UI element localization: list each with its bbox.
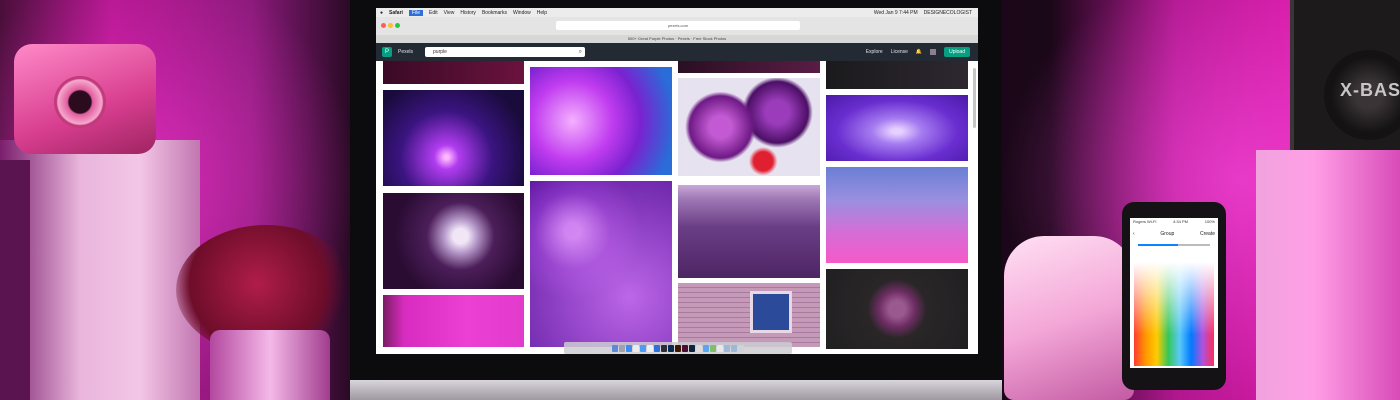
photo-tile[interactable] (678, 185, 820, 278)
monitor-screen: ● Safari File Edit View History Bookmark… (376, 8, 978, 354)
site-header: P Pexels purple ⌕ Explore License 🔔 Uplo… (376, 43, 978, 61)
camera-lens (54, 76, 106, 128)
phone-create-button[interactable]: Create (1200, 231, 1215, 237)
site-nav: Explore License 🔔 Upload (866, 47, 978, 57)
zoom-icon[interactable] (395, 23, 400, 28)
bell-icon[interactable]: 🔔 (916, 49, 922, 55)
phone-carrier: Rogers Wi-Fi (1133, 219, 1157, 224)
safari-icon[interactable] (626, 344, 632, 352)
smartphone: Rogers Wi-Fi 4:34 PM 100% ‹ Group Create (1122, 202, 1226, 390)
photo-tile[interactable] (383, 295, 524, 347)
scrollbar[interactable] (973, 68, 976, 128)
left-cabinet (0, 140, 200, 400)
indesign-icon[interactable] (682, 344, 688, 352)
photo-tile[interactable] (678, 61, 820, 73)
minimize-icon[interactable] (388, 23, 393, 28)
photo-tile[interactable] (826, 95, 968, 161)
search-value: purple (433, 49, 447, 55)
brightness-slider[interactable] (1138, 242, 1210, 248)
thumbs-up-figure (1004, 236, 1134, 400)
phone-time: 4:34 PM (1173, 219, 1188, 224)
launchpad-icon[interactable] (619, 344, 625, 352)
address-bar[interactable]: pexels.com (556, 21, 800, 30)
photo-tile[interactable] (826, 61, 968, 89)
back-icon[interactable]: ‹ (1133, 231, 1135, 237)
cloud-icon[interactable] (703, 344, 709, 352)
appstore-icon[interactable] (654, 344, 660, 352)
folder-icon[interactable] (724, 344, 730, 352)
browser-toolbar: pexels.com (376, 17, 978, 36)
app-icon[interactable] (717, 344, 723, 352)
upload-button[interactable]: Upload (944, 47, 970, 57)
search-input[interactable]: purple ⌕ (425, 47, 586, 57)
monitor-chin (350, 380, 1002, 400)
photo-tile[interactable] (383, 193, 524, 289)
menu-view[interactable]: View (444, 10, 455, 16)
close-icon[interactable] (381, 23, 386, 28)
apple-icon[interactable]: ● (380, 10, 383, 16)
photo-tile[interactable] (678, 283, 820, 347)
menubar-user[interactable]: DESIGNECOLOGIST (924, 10, 972, 16)
calendar-icon[interactable] (647, 344, 653, 352)
site-brand[interactable]: Pexels (398, 49, 413, 55)
cabinet-door (0, 160, 30, 400)
photo-tile[interactable] (383, 90, 524, 186)
photo-grid (376, 61, 978, 354)
menu-edit[interactable]: Edit (429, 10, 438, 16)
trash-icon[interactable] (738, 344, 744, 352)
menu-file[interactable]: File (408, 9, 423, 16)
nav-explore[interactable]: Explore (866, 49, 883, 55)
speaker: X-BAS (1290, 0, 1400, 160)
settings-icon[interactable] (661, 344, 667, 352)
app-icon[interactable] (696, 344, 702, 352)
phone-status-bar: Rogers Wi-Fi 4:34 PM 100% (1130, 218, 1218, 228)
photoshop-icon[interactable] (668, 344, 674, 352)
photo-tile[interactable] (826, 167, 968, 263)
folder-icon[interactable] (731, 344, 737, 352)
photo-tile[interactable] (678, 78, 820, 176)
menu-window[interactable]: Window (513, 10, 531, 16)
menubar-clock: Wed Jan 9 7:44 PM (873, 9, 918, 16)
avatar[interactable] (930, 49, 937, 55)
photo-tile[interactable] (530, 67, 672, 175)
menu-help[interactable]: Help (537, 10, 547, 16)
slider-fill (1138, 244, 1178, 246)
menu-app-name[interactable]: Safari (389, 10, 403, 16)
speaker-brand: X-BAS (1340, 80, 1400, 100)
search-icon[interactable]: ⌕ (579, 47, 582, 57)
pexels-logo[interactable]: P (382, 47, 392, 57)
nav-license[interactable]: License (891, 49, 908, 55)
phone-battery: 100% (1204, 219, 1215, 224)
menu-history[interactable]: History (460, 10, 476, 16)
window-icon (750, 291, 792, 333)
app-icon[interactable] (710, 344, 716, 352)
right-cabinet (1256, 150, 1400, 400)
finder-icon[interactable] (612, 344, 618, 352)
photos-icon[interactable] (633, 344, 639, 352)
mac-dock (564, 342, 792, 354)
glass-vase (210, 330, 330, 400)
browser-tab[interactable]: 500+ Great Purple Photos · Pexels · Free… (376, 35, 978, 43)
photo-tile[interactable] (826, 269, 968, 349)
photo-tile[interactable] (383, 61, 524, 84)
photo-tile[interactable] (530, 181, 672, 347)
illustrator-icon[interactable] (675, 344, 681, 352)
color-picker[interactable] (1134, 262, 1214, 366)
phone-header: ‹ Group Create (1130, 228, 1218, 240)
mail-icon[interactable] (640, 344, 646, 352)
instant-camera (14, 44, 156, 154)
phone-title: Group (1160, 231, 1175, 237)
menu-bookmarks[interactable]: Bookmarks (482, 10, 507, 16)
mac-menubar: ● Safari File Edit View History Bookmark… (376, 8, 978, 17)
phone-screen: Rogers Wi-Fi 4:34 PM 100% ‹ Group Create (1130, 218, 1218, 368)
lightroom-icon[interactable] (689, 344, 695, 352)
